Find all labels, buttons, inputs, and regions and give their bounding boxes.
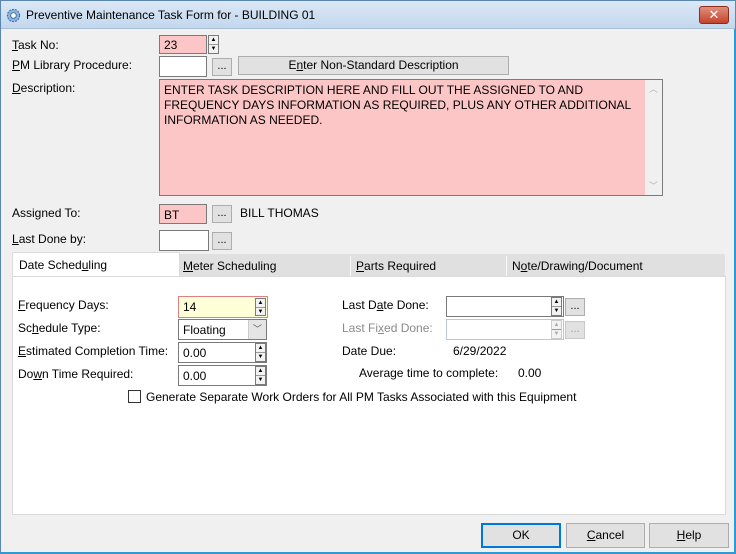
down-time-spinner[interactable]: ▲ ▼ [255, 366, 266, 385]
spin-up-icon[interactable]: ▲ [209, 36, 218, 44]
pm-task-form-window: Preventive Maintenance Task Form for - B… [0, 0, 736, 554]
last-done-by-input[interactable] [159, 230, 209, 251]
description-label: Description: [12, 81, 76, 95]
generate-separate-checkbox[interactable] [128, 390, 141, 403]
pm-library-input[interactable] [159, 56, 207, 77]
task-no-label: Task No: [12, 38, 59, 52]
last-date-done-browse-button[interactable]: ... [565, 298, 585, 316]
pm-library-browse-button[interactable]: ... [212, 58, 232, 76]
pm-library-label: PM Library Procedure: [12, 58, 133, 72]
tab-strip: Date Scheduling Meter Scheduling Parts R… [12, 252, 725, 276]
down-time-label: Down Time Required: [18, 367, 134, 381]
schedule-type-select[interactable]: Floating ﹀ [178, 319, 267, 340]
scroll-up-icon[interactable]: ︿ [645, 82, 662, 96]
enter-non-standard-description-button[interactable]: Enter Non-Standard Description [238, 56, 509, 75]
ok-button[interactable]: OK [481, 523, 561, 548]
assigned-to-label: Assigned To: [12, 206, 81, 220]
last-done-by-label: Last Done by: [12, 232, 87, 246]
down-time-input[interactable]: 0.00 [178, 365, 267, 386]
date-due-value: 6/29/2022 [453, 344, 507, 358]
task-no-spinner[interactable]: ▲ ▼ [208, 35, 219, 54]
tab-note-drawing-document[interactable]: Note/Drawing/Document [506, 254, 706, 276]
assigned-to-input[interactable]: BT [159, 204, 207, 224]
last-fixed-done-label: Last Fixed Done: [342, 321, 433, 335]
description-scrollbar[interactable]: ︿ ﹀ [645, 80, 662, 195]
schedule-type-label: Schedule Type: [18, 321, 101, 335]
description-textarea[interactable]: ENTER TASK DESCRIPTION HERE AND FILL OUT… [159, 79, 663, 196]
close-icon: ✕ [708, 7, 720, 22]
help-button[interactable]: Help [649, 523, 729, 548]
last-done-by-browse-button[interactable]: ... [212, 232, 232, 250]
frequency-days-spinner[interactable]: ▲ ▼ [255, 298, 266, 316]
last-date-done-label: Last Date Done: [342, 298, 429, 312]
last-fixed-done-browse-button: ... [565, 321, 585, 339]
date-due-label: Date Due: [342, 344, 397, 358]
description-text: ENTER TASK DESCRIPTION HERE AND FILL OUT… [164, 83, 631, 127]
last-fixed-done-input [446, 319, 564, 340]
last-date-done-input[interactable] [446, 296, 564, 317]
tab-meter-scheduling[interactable]: Meter Scheduling [177, 254, 352, 276]
spin-down-icon[interactable]: ▼ [209, 44, 218, 52]
average-time-label: Average time to complete: [359, 366, 499, 380]
cancel-button[interactable]: Cancel [566, 523, 645, 548]
average-time-value: 0.00 [518, 366, 542, 380]
last-date-done-spinner[interactable]: ▲ ▼ [551, 297, 562, 316]
close-button[interactable]: ✕ [699, 6, 729, 24]
estimated-completion-spinner[interactable]: ▲ ▼ [255, 343, 266, 362]
chevron-down-icon[interactable]: ﹀ [248, 320, 266, 339]
assigned-to-browse-button[interactable]: ... [212, 205, 232, 223]
tab-date-scheduling[interactable]: Date Scheduling [12, 252, 180, 276]
assigned-to-name: BILL THOMAS [240, 206, 319, 220]
generate-separate-label[interactable]: Generate Separate Work Orders for All PM… [146, 390, 576, 404]
task-no-input[interactable]: 23 [159, 35, 207, 54]
tab-parts-required[interactable]: Parts Required [350, 254, 507, 276]
window-title: Preventive Maintenance Task Form for - B… [26, 8, 316, 22]
last-fixed-done-spinner: ▲ ▼ [551, 320, 562, 339]
gear-icon [6, 8, 21, 23]
estimated-completion-input[interactable]: 0.00 [178, 342, 267, 363]
title-bar: Preventive Maintenance Task Form for - B… [1, 1, 735, 29]
estimated-completion-label: Estimated Completion Time: [18, 344, 169, 358]
scroll-down-icon[interactable]: ﹀ [645, 179, 662, 193]
frequency-days-label: Frequency Days: [18, 298, 109, 312]
